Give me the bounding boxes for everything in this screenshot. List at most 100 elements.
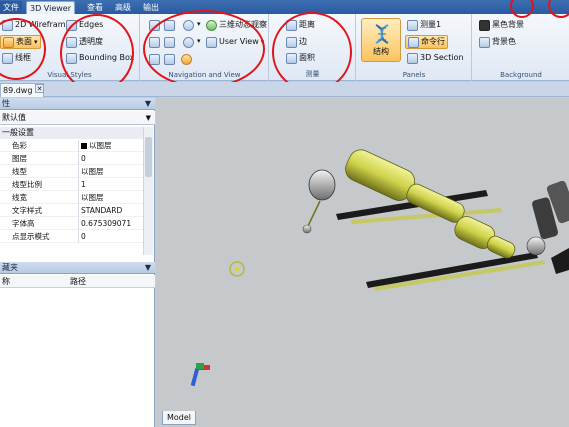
hand-pan-icon[interactable]: [181, 54, 192, 65]
solar-panel: [551, 248, 569, 274]
solar-panel-frame: [374, 260, 545, 291]
pan-icon[interactable]: [149, 20, 160, 31]
property-value: 以图层: [78, 140, 143, 152]
wireframe-label: 线框: [15, 53, 31, 62]
property-selector-value: 默认值: [2, 113, 26, 122]
antenna-dish: [302, 224, 312, 234]
ribbon: 2D Wireframe 表面 ▾ 线框 Edges 透明度 Bounding …: [0, 10, 569, 92]
navigation-label: Navigation and View: [168, 71, 241, 79]
measure1-icon: [407, 19, 418, 31]
measure-label: 测量: [305, 70, 320, 78]
column-name[interactable]: 称: [2, 275, 10, 288]
visual-styles-label: Visual Styles: [47, 71, 92, 79]
zoom-realtime-icon[interactable]: [183, 37, 194, 48]
user-view-dropdown[interactable]: User View ▾: [206, 35, 264, 49]
shaded-dropdown[interactable]: 表面 ▾: [0, 35, 41, 49]
orbit-3d-button[interactable]: 三维动态观察: [206, 18, 267, 32]
3d-viewport[interactable]: [156, 98, 569, 427]
property-row[interactable]: 字体高 0.675309071: [0, 218, 143, 230]
panels-label: Panels: [402, 71, 426, 79]
station-module: [345, 149, 516, 259]
zoom-previous-icon[interactable]: [149, 54, 160, 65]
property-value: 1: [78, 179, 143, 191]
section-3d-button[interactable]: 3D Section: [407, 51, 464, 65]
zoom-chevron-down-icon[interactable]: ▾: [197, 20, 201, 28]
model-tab[interactable]: Model: [162, 411, 196, 425]
property-row[interactable]: 线宽 以图层: [0, 192, 143, 204]
tab-file[interactable]: 文件: [0, 1, 22, 14]
area-button[interactable]: 面积: [286, 51, 315, 65]
category-general[interactable]: 一般设置: [0, 127, 143, 139]
distance-icon: [286, 19, 297, 31]
properties-title: 性: [2, 99, 10, 108]
orbit-3d-label: 三维动态观察: [219, 20, 267, 29]
structure-label: 结构: [373, 47, 389, 56]
wireframe-2d-label: 2D Wireframe: [15, 20, 71, 29]
zoom-in-icon[interactable]: [164, 54, 175, 65]
background-color-label: 背景色: [492, 37, 516, 46]
property-key: 图层: [12, 154, 27, 163]
user-view-icon: [206, 36, 217, 48]
command-line-button[interactable]: 命令行: [405, 35, 448, 49]
black-background-button[interactable]: 黑色背景: [479, 18, 524, 32]
distance-button[interactable]: 距离: [286, 18, 315, 32]
shaded-icon: [3, 36, 14, 48]
wireframe-button[interactable]: 线框: [2, 51, 31, 65]
background-color-icon: [479, 36, 490, 48]
zoom2-chevron-down-icon[interactable]: ▾: [197, 37, 201, 45]
edges-label: Edges: [79, 20, 104, 29]
property-key: 线型: [12, 167, 27, 176]
zoom-extents-icon[interactable]: [149, 37, 160, 48]
visual-styles-group: 2D Wireframe 表面 ▾ 线框 Edges 透明度 Bounding …: [0, 14, 140, 81]
tab-advanced[interactable]: 高级: [112, 1, 134, 14]
chevron-down-icon: ▾: [260, 38, 265, 46]
zoom-icon[interactable]: [183, 20, 194, 31]
close-icon[interactable]: ✕: [35, 84, 44, 93]
wireframe-2d-button[interactable]: 2D Wireframe: [2, 18, 71, 32]
property-selector[interactable]: 默认值 ▼: [0, 111, 155, 125]
module-end-cap: [308, 169, 336, 201]
property-row[interactable]: 图层 0: [0, 153, 143, 165]
section-3d-label: 3D Section: [420, 53, 464, 62]
properties-header: 性 ▼: [0, 98, 155, 110]
property-value: STANDARD: [78, 205, 143, 217]
orbit-icon: [206, 19, 217, 31]
antenna: [307, 200, 321, 227]
zoom-window-icon[interactable]: [164, 20, 175, 31]
measure1-button[interactable]: 测量1: [407, 18, 441, 32]
command-line-label: 命令行: [421, 37, 445, 46]
property-row[interactable]: 点显示模式 0: [0, 231, 143, 243]
property-row[interactable]: 线型 以图层: [0, 166, 143, 178]
tab-view[interactable]: 查看: [84, 1, 106, 14]
edges-button[interactable]: Edges: [66, 18, 103, 32]
pivot-center: [234, 266, 240, 272]
black-background-label: 黑色背景: [492, 20, 524, 29]
area-label: 面积: [299, 53, 315, 62]
property-key: 线宽: [12, 193, 27, 202]
pin-icon[interactable]: ▼: [145, 98, 151, 110]
bounding-box-button[interactable]: Bounding Box: [66, 51, 134, 65]
tab-output[interactable]: 输出: [140, 1, 162, 14]
property-value: 0.675309071: [78, 218, 143, 230]
property-row[interactable]: 色彩 以图层: [0, 140, 143, 152]
property-row[interactable]: 线型比例 1: [0, 179, 143, 191]
model-scene: [190, 149, 569, 387]
zoom-fit-icon[interactable]: [164, 37, 175, 48]
pin-icon[interactable]: ▼: [145, 262, 151, 274]
column-path[interactable]: 路径: [70, 275, 86, 288]
bounding-box-icon: [66, 52, 77, 64]
wireframe-icon: [2, 52, 13, 64]
user-view-label: User View: [219, 37, 259, 46]
property-row[interactable]: 文字样式 STANDARD: [0, 205, 143, 217]
bounding-box-label: Bounding Box: [79, 53, 135, 62]
edge-button[interactable]: 边: [286, 35, 307, 49]
tab-3d-viewer[interactable]: 3D Viewer: [26, 1, 75, 14]
scrollbar-thumb[interactable]: [145, 137, 152, 177]
distance-label: 距离: [299, 20, 315, 29]
structure-button[interactable]: 结构: [361, 18, 401, 62]
axis-triad: [190, 363, 210, 387]
properties-scrollbar[interactable]: [143, 127, 153, 255]
background-color-button[interactable]: 背景色: [479, 35, 516, 49]
transparency-button[interactable]: 透明度: [66, 35, 103, 49]
favorites-column-header: 称 路径: [0, 275, 155, 288]
